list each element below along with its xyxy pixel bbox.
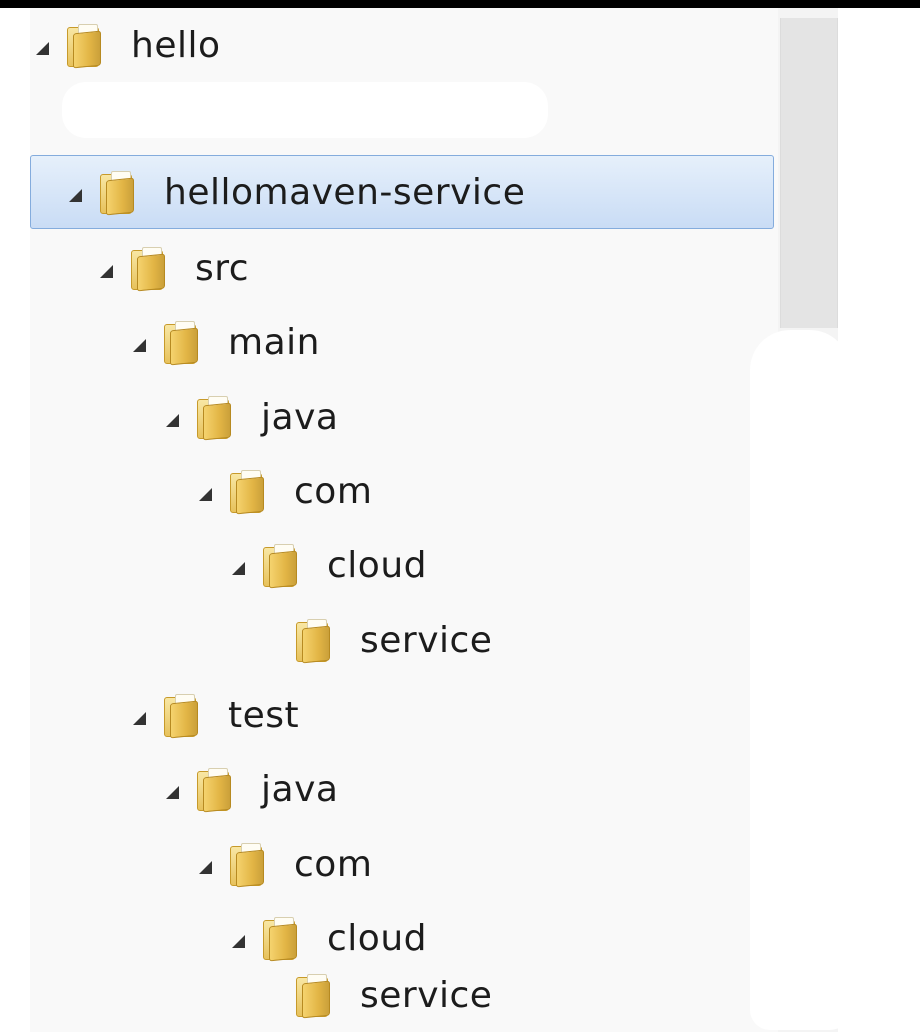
- folder-icon: [195, 395, 239, 441]
- tree-item-src[interactable]: src: [100, 231, 249, 305]
- folder-icon: [98, 170, 142, 216]
- tree-item-hellomaven-service[interactable]: hellomaven-service: [30, 155, 774, 229]
- tree-item-com[interactable]: com: [199, 454, 372, 528]
- redacted-row: [62, 82, 548, 138]
- tree-item-service[interactable]: service: [265, 958, 492, 1032]
- explorer-window: hello hellomaven-service src main java c…: [0, 0, 920, 1032]
- tree-item-label: hellomaven-service: [164, 171, 526, 213]
- expanded-triangle-icon[interactable]: [199, 487, 212, 501]
- tree-item-label: java: [261, 768, 339, 810]
- folder-icon: [228, 469, 272, 515]
- folder-icon: [162, 693, 206, 739]
- tree-item-label: hello: [131, 24, 221, 66]
- expanded-triangle-icon[interactable]: [166, 413, 179, 427]
- folder-icon: [261, 543, 305, 589]
- tree-item-java[interactable]: java: [166, 380, 338, 454]
- redaction-mark: [750, 330, 850, 1030]
- folder-icon: [261, 916, 305, 962]
- scrollbar-thumb[interactable]: [780, 18, 838, 328]
- tree-item-cloud[interactable]: cloud: [232, 528, 427, 602]
- expanded-triangle-icon[interactable]: [166, 785, 179, 799]
- folder-icon: [195, 767, 239, 813]
- expanded-triangle-icon[interactable]: [232, 561, 245, 575]
- tree-item-java[interactable]: java: [166, 752, 338, 826]
- folder-icon: [228, 842, 272, 888]
- expanded-triangle-icon[interactable]: [133, 711, 146, 725]
- tree-item-label: cloud: [327, 544, 427, 586]
- folder-icon: [65, 23, 109, 69]
- expanded-triangle-icon[interactable]: [133, 338, 146, 352]
- expanded-triangle-icon[interactable]: [232, 934, 245, 948]
- folder-icon: [294, 973, 338, 1019]
- tree-item-label: test: [228, 694, 300, 736]
- expanded-triangle-icon[interactable]: [69, 188, 82, 202]
- tree-item-label: com: [294, 470, 373, 512]
- tree-item-label: java: [261, 396, 339, 438]
- tree-item-label: com: [294, 843, 373, 885]
- folder-icon: [294, 618, 338, 664]
- tree-item-label: main: [228, 321, 320, 363]
- expanded-triangle-icon[interactable]: [199, 860, 212, 874]
- expanded-triangle-icon[interactable]: [36, 41, 49, 55]
- tree-item-com[interactable]: com: [199, 827, 372, 901]
- tree-item-label: service: [360, 619, 493, 661]
- tree-item-service[interactable]: service: [265, 603, 492, 677]
- tree-item-test[interactable]: test: [133, 678, 299, 752]
- expanded-triangle-icon[interactable]: [100, 264, 113, 278]
- tree-item-label: service: [360, 974, 493, 1016]
- folder-icon: [129, 246, 173, 292]
- tree-item-hello[interactable]: hello: [36, 8, 221, 82]
- left-gutter: [0, 8, 30, 1032]
- tree-item-label: src: [195, 247, 250, 289]
- right-blank-area: [838, 8, 920, 1032]
- folder-icon: [162, 320, 206, 366]
- tree-item-label: cloud: [327, 917, 427, 959]
- tree-item-main[interactable]: main: [133, 305, 320, 379]
- window-top-border: [0, 0, 920, 8]
